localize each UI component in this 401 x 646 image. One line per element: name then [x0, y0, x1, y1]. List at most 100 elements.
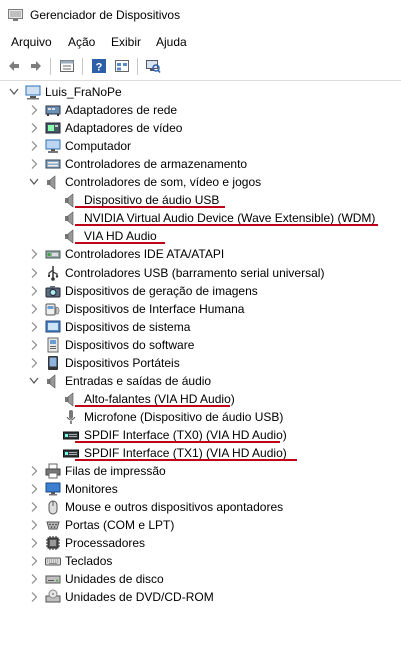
- tree-category[interactable]: Portas (COM e LPT): [0, 516, 401, 534]
- tree-category[interactable]: Teclados: [0, 552, 401, 570]
- chevron-right-icon[interactable]: [29, 285, 39, 297]
- tree-device[interactable]: Microfone (Dispositivo de áudio USB): [0, 408, 401, 426]
- tree-category[interactable]: Dispositivos Portáteis: [0, 354, 401, 372]
- tree-category[interactable]: Controladores de armazenamento: [0, 155, 401, 173]
- tree-category[interactable]: Controladores USB (barramento serial uni…: [0, 264, 401, 282]
- tree-category-label: Portas (COM e LPT): [65, 518, 175, 533]
- tree-device[interactable]: SPDIF Interface (TX0) (VIA HD Audio): [0, 426, 401, 444]
- tree-category-label: Dispositivos de Interface Humana: [65, 301, 245, 316]
- tree-category-label: Controladores de som, vídeo e jogos: [65, 175, 262, 190]
- chevron-right-icon[interactable]: [29, 339, 39, 351]
- forward-icon[interactable]: [28, 58, 44, 74]
- tree-category[interactable]: Unidades de DVD/CD-ROM: [0, 588, 401, 606]
- menu-exibir[interactable]: Exibir: [111, 35, 141, 49]
- toolbar: ?: [0, 53, 401, 81]
- tree-device-label: Dispositivo de áudio USB: [84, 193, 220, 208]
- chevron-down-icon[interactable]: [29, 176, 39, 188]
- port-icon: [46, 521, 60, 530]
- chevron-right-icon[interactable]: [29, 501, 39, 513]
- tree-category[interactable]: Adaptadores de rede: [0, 101, 401, 119]
- tree-category[interactable]: Mouse e outros dispositivos apontadores: [0, 498, 401, 516]
- tree-device-label: SPDIF Interface (TX0) (VIA HD Audio): [84, 427, 287, 442]
- camera-icon: [45, 285, 61, 298]
- ide-controller-icon: [45, 250, 61, 259]
- menu-bar: Arquivo Ação Exibir Ajuda: [0, 32, 401, 53]
- tree-category[interactable]: Computador: [0, 137, 401, 155]
- tree-device[interactable]: Dispositivo de áudio USB: [0, 191, 401, 209]
- tree-category-label: Controladores IDE ATA/ATAPI: [65, 247, 225, 262]
- printer-icon: [45, 463, 61, 479]
- tree-device-label: NVIDIA Virtual Audio Device (Wave Extens…: [84, 211, 376, 226]
- device-manager-icon: [8, 9, 23, 21]
- tree-category[interactable]: Monitores: [0, 480, 401, 498]
- tree-device-label: VIA HD Audio: [84, 229, 157, 244]
- help-icon[interactable]: ?: [91, 58, 107, 74]
- tree-category[interactable]: Dispositivos de Interface Humana: [0, 300, 401, 318]
- tree-category-label: Entradas e saídas de áudio: [65, 373, 212, 388]
- chevron-right-icon[interactable]: [29, 357, 39, 369]
- menu-arquivo[interactable]: Arquivo: [11, 35, 52, 49]
- tree-device-label: Microfone (Dispositivo de áudio USB): [84, 409, 284, 424]
- highlight-underline: [75, 404, 230, 407]
- tree-category-label: Dispositivos de sistema: [65, 319, 191, 334]
- chevron-right-icon[interactable]: [29, 537, 39, 549]
- chevron-down-icon[interactable]: [9, 86, 19, 98]
- chevron-right-icon[interactable]: [29, 483, 39, 495]
- disk-drive-icon: [45, 575, 61, 584]
- back-icon[interactable]: [6, 58, 22, 74]
- tree-category[interactable]: Filas de impressão: [0, 462, 401, 480]
- chevron-right-icon[interactable]: [29, 519, 39, 531]
- tree-category[interactable]: Dispositivos de sistema: [0, 318, 401, 336]
- chevron-right-icon[interactable]: [29, 104, 39, 116]
- highlight-underline: [75, 242, 165, 245]
- highlight-underline: [75, 206, 225, 209]
- menu-acao[interactable]: Ação: [68, 35, 95, 49]
- tree-device[interactable]: NVIDIA Virtual Audio Device (Wave Extens…: [0, 209, 401, 227]
- chevron-right-icon[interactable]: [29, 465, 39, 477]
- chevron-right-icon[interactable]: [29, 248, 39, 260]
- microphone-icon: [66, 409, 76, 424]
- menu-ajuda[interactable]: Ajuda: [156, 35, 187, 49]
- tree-device[interactable]: VIA HD Audio: [0, 227, 401, 245]
- view-icon[interactable]: [114, 58, 130, 74]
- tree-root[interactable]: Luis_FraNoPe: [0, 83, 401, 101]
- display-adapter-icon: [45, 122, 61, 134]
- tree-category[interactable]: Processadores: [0, 534, 401, 552]
- chevron-right-icon[interactable]: [29, 140, 39, 152]
- chevron-right-icon[interactable]: [29, 303, 39, 315]
- tree-category-label: Adaptadores de vídeo: [65, 121, 183, 136]
- tree-category[interactable]: Entradas e saídas de áudio: [0, 372, 401, 390]
- processor-icon: [46, 536, 60, 551]
- tree-category[interactable]: Adaptadores de vídeo: [0, 119, 401, 137]
- tree-category[interactable]: Dispositivos do software: [0, 336, 401, 354]
- scan-hardware-icon[interactable]: [145, 58, 161, 74]
- chevron-right-icon[interactable]: [29, 573, 39, 585]
- hid-icon: [45, 303, 60, 316]
- tree-category-label: Dispositivos de geração de imagens: [65, 283, 258, 298]
- system-device-icon: [45, 320, 61, 333]
- tree-category[interactable]: Dispositivos de geração de imagens: [0, 282, 401, 300]
- chevron-right-icon[interactable]: [29, 267, 39, 279]
- tree-category-label: Mouse e outros dispositivos apontadores: [65, 500, 284, 515]
- tree-device[interactable]: SPDIF Interface (TX1) (VIA HD Audio): [0, 444, 401, 462]
- computer-root-icon: [25, 85, 41, 100]
- chevron-right-icon[interactable]: [29, 591, 39, 603]
- chevron-right-icon[interactable]: [29, 122, 39, 134]
- computer-icon: [45, 139, 61, 154]
- toolbar-separator: [137, 58, 138, 75]
- properties-icon[interactable]: [59, 58, 75, 74]
- tree-category-label: Adaptadores de rede: [65, 103, 178, 118]
- chevron-right-icon[interactable]: [29, 555, 39, 567]
- title-bar: Gerenciador de Dispositivos: [0, 0, 401, 32]
- tree-category[interactable]: Controladores IDE ATA/ATAPI: [0, 245, 401, 263]
- chevron-down-icon[interactable]: [29, 375, 39, 387]
- tree-device[interactable]: Alto-falantes (VIA HD Audio): [0, 390, 401, 408]
- tree-category[interactable]: Controladores de som, vídeo e jogos: [0, 173, 401, 191]
- chevron-right-icon[interactable]: [29, 321, 39, 333]
- chevron-right-icon[interactable]: [29, 158, 39, 170]
- tree-category-label: Controladores de armazenamento: [65, 157, 248, 172]
- highlight-underline: [75, 440, 280, 443]
- tree-root-label: Luis_FraNoPe: [45, 85, 122, 99]
- tree-category[interactable]: Unidades de disco: [0, 570, 401, 588]
- mouse-icon: [48, 500, 58, 515]
